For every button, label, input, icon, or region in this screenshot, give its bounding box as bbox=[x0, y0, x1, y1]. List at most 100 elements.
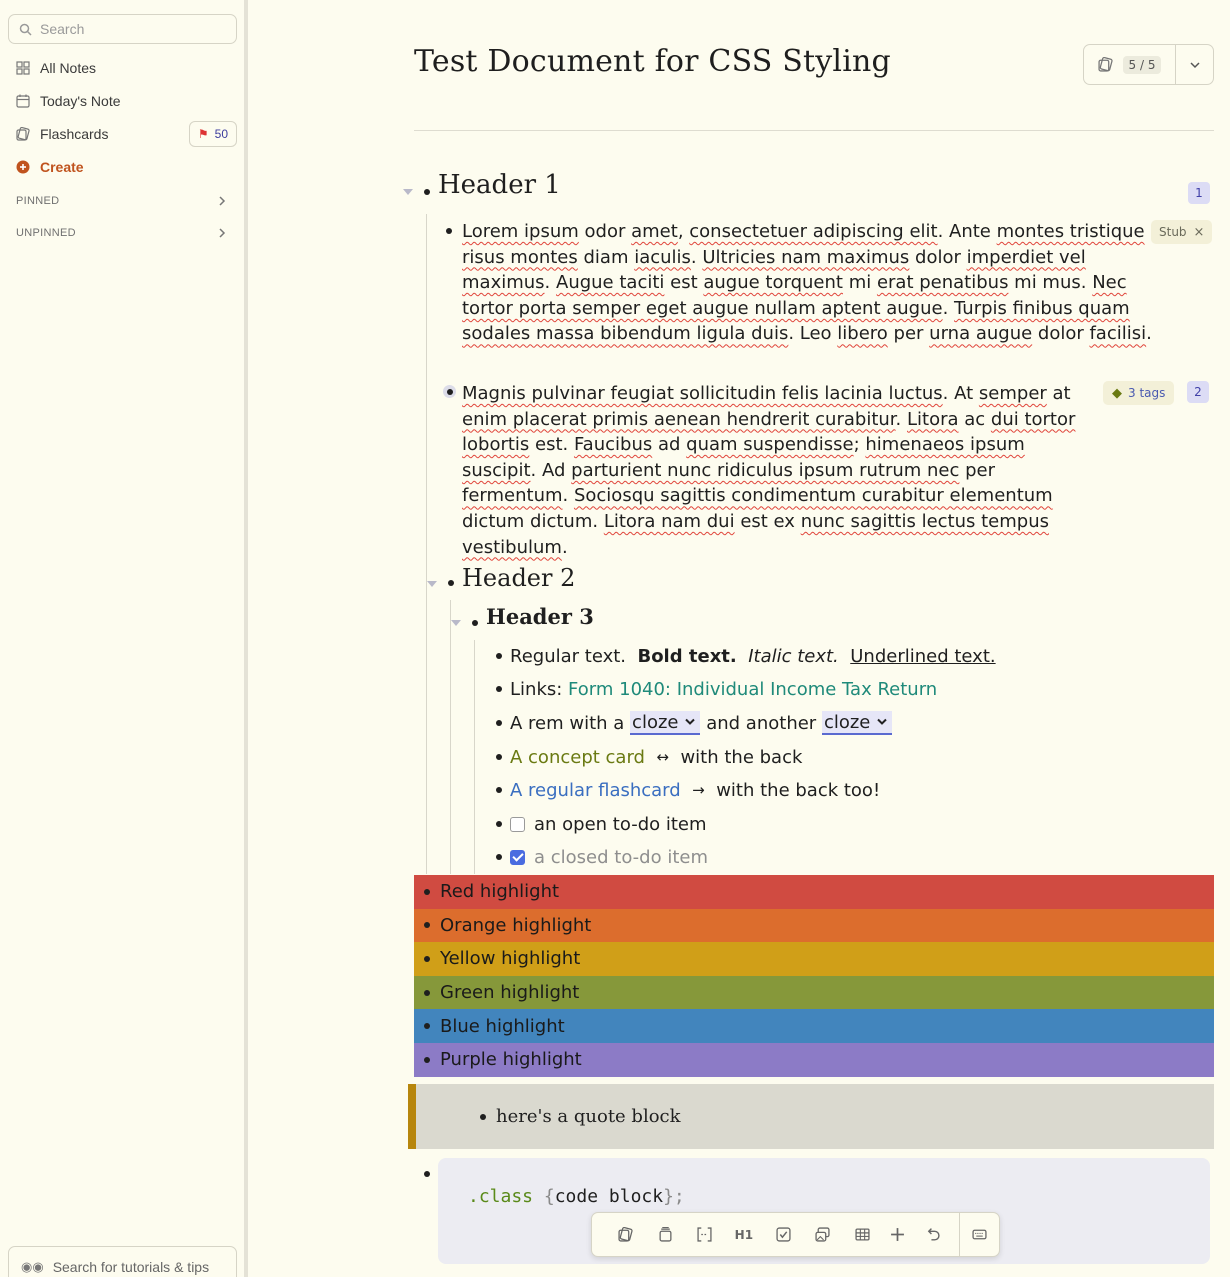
header-1[interactable]: Header 1 bbox=[438, 170, 561, 200]
binoculars-icon: ◉◉ bbox=[21, 1259, 44, 1274]
formatting-row[interactable]: Regular text. Bold text. Italic text. Un… bbox=[510, 643, 996, 669]
bullet[interactable] bbox=[424, 189, 430, 195]
lorem-14: urna augue bbox=[929, 323, 1033, 345]
collapse-toggle-icon[interactable] bbox=[403, 189, 413, 195]
collapse-toggle-icon[interactable] bbox=[451, 620, 461, 626]
flashcards-count: 50 bbox=[214, 127, 228, 141]
highlight-row-blue[interactable]: Blue highlight bbox=[414, 1009, 1214, 1043]
checkbox-icon bbox=[776, 1227, 791, 1242]
bullet[interactable] bbox=[496, 653, 502, 659]
image-button[interactable] bbox=[803, 1217, 842, 1253]
bullet bbox=[424, 922, 430, 929]
flashcard-row[interactable]: A regular flashcard → with the back too! bbox=[510, 777, 880, 803]
indent-guide bbox=[426, 214, 427, 874]
header-3[interactable]: Header 3 bbox=[486, 604, 594, 629]
flashcard-counter-button[interactable]: 5 / 5 bbox=[1084, 45, 1176, 84]
insert-button[interactable] bbox=[882, 1217, 914, 1253]
keyboard-button[interactable] bbox=[960, 1217, 999, 1253]
stub-tag[interactable]: Stub × bbox=[1151, 220, 1213, 244]
bullet[interactable] bbox=[448, 580, 454, 586]
highlight-row-yellow[interactable]: Yellow highlight bbox=[414, 942, 1214, 976]
quote-block[interactable]: here's a quote block bbox=[408, 1084, 1214, 1149]
highlight-row-green[interactable]: Green highlight bbox=[414, 975, 1214, 1010]
lorem-27: Litora nam dui bbox=[603, 510, 735, 532]
title-divider bbox=[414, 130, 1214, 131]
cloze-button[interactable] bbox=[685, 1217, 724, 1253]
heading-button[interactable]: H1 bbox=[724, 1217, 763, 1253]
todo-open-row[interactable]: an open to-do item bbox=[510, 811, 707, 837]
bullet[interactable] bbox=[496, 821, 502, 827]
code-body: code block bbox=[554, 1186, 664, 1207]
bullet-ring[interactable] bbox=[443, 385, 456, 398]
regular-text: Regular text. bbox=[510, 645, 627, 667]
code-close-brace: }; bbox=[663, 1186, 685, 1207]
italic-text: Italic text. bbox=[748, 645, 839, 667]
document-controls: 5 / 5 bbox=[1083, 44, 1214, 85]
sidebar-item-all-notes[interactable]: All Notes bbox=[16, 56, 237, 80]
plus-circle-icon bbox=[16, 160, 30, 174]
flashcard-button[interactable] bbox=[606, 1217, 645, 1253]
highlight-row-red[interactable]: Red highlight bbox=[414, 875, 1214, 909]
options-dropdown-button[interactable] bbox=[1176, 45, 1213, 84]
bullet[interactable] bbox=[496, 686, 502, 692]
create-button[interactable]: Create bbox=[16, 155, 237, 179]
paragraph2-count-badge[interactable]: 2 bbox=[1187, 381, 1209, 403]
todo-closed-row[interactable]: a closed to-do item bbox=[510, 844, 708, 870]
lorem-3: consectetuer adipiscing elit bbox=[689, 221, 938, 242]
indent-guide bbox=[450, 600, 451, 874]
bullet[interactable] bbox=[496, 787, 502, 793]
lorem-25: fermentum bbox=[462, 485, 563, 507]
sidebar-item-flashcards[interactable]: Flashcards ⚑ 50 bbox=[16, 121, 237, 147]
todo-checkbox[interactable] bbox=[510, 816, 525, 832]
bullet[interactable] bbox=[496, 754, 502, 760]
close-icon[interactable]: × bbox=[1194, 225, 1205, 240]
cloze-dropdown-1[interactable]: cloze bbox=[630, 711, 701, 735]
paragraph-2[interactable]: Magnis pulvinar feugiat sollicitudin fel… bbox=[462, 381, 1102, 560]
page-title: Test Document for CSS Styling bbox=[414, 44, 891, 79]
table-button[interactable] bbox=[842, 1217, 881, 1253]
bullet[interactable] bbox=[446, 228, 452, 234]
header1-count-badge[interactable]: 1 bbox=[1188, 182, 1210, 204]
bullet[interactable] bbox=[472, 620, 478, 626]
todo-checkbox-checked[interactable] bbox=[510, 849, 525, 865]
sidebar-item-label: Today's Note bbox=[40, 93, 121, 109]
undo-button[interactable] bbox=[913, 1217, 952, 1253]
cloze-dropdown-2[interactable]: cloze bbox=[821, 711, 893, 735]
header-2[interactable]: Header 2 bbox=[462, 564, 575, 592]
tips-placeholder: Search for tutorials & tips bbox=[52, 1259, 210, 1275]
tags-badge[interactable]: ◆ 3 tags bbox=[1103, 381, 1175, 405]
tips-search-input[interactable]: ◉◉ Search for tutorials & tips bbox=[8, 1246, 237, 1277]
unpinned-section-toggle[interactable]: UNPINNED bbox=[16, 223, 226, 243]
bullet[interactable] bbox=[424, 1171, 430, 1177]
counter-text: 5 / 5 bbox=[1122, 55, 1162, 74]
cloze-row[interactable]: A rem with a cloze and another cloze bbox=[510, 710, 893, 736]
lorem-6: Ultricies nam maximus bbox=[702, 246, 910, 268]
lorem-28: nunc sagittis lectus tempus vestibulum bbox=[462, 510, 1049, 558]
paragraph-1[interactable]: Lorem ipsum odor amet, consectetuer adip… bbox=[462, 219, 1152, 347]
concept-card-row[interactable]: A concept card ↔ with the back bbox=[510, 744, 802, 770]
form-1040-link[interactable]: Form 1040: Individual Income Tax Return bbox=[568, 679, 937, 700]
lorem-1: Lorem ipsum bbox=[462, 221, 579, 242]
bullet[interactable] bbox=[496, 720, 502, 726]
bullet[interactable] bbox=[496, 854, 502, 860]
heading-label: H1 bbox=[734, 1227, 754, 1242]
collapse-toggle-icon[interactable] bbox=[427, 581, 437, 587]
sidebar: Search All Notes Today's Note Flashcards… bbox=[0, 0, 244, 1277]
multiline-card-button[interactable] bbox=[645, 1217, 684, 1253]
sidebar-resize-handle[interactable] bbox=[244, 0, 248, 1277]
lorem-5: iaculis bbox=[634, 246, 691, 268]
search-icon bbox=[19, 23, 32, 36]
highlight-row-orange[interactable]: Orange highlight bbox=[414, 908, 1214, 943]
unpinned-label: UNPINNED bbox=[16, 227, 76, 239]
highlight-row-purple[interactable]: Purple highlight bbox=[414, 1043, 1214, 1077]
pinned-section-toggle[interactable]: PINNED bbox=[16, 191, 226, 211]
cloze-label: cloze bbox=[632, 711, 679, 733]
lorem-15: facilisi bbox=[1089, 323, 1147, 345]
sidebar-item-todays-note[interactable]: Today's Note bbox=[16, 89, 237, 113]
lorem-8: Augue taciti bbox=[556, 272, 665, 294]
flashcards-due-badge[interactable]: ⚑ 50 bbox=[188, 121, 237, 147]
links-row[interactable]: Links: Form 1040: Individual Income Tax … bbox=[510, 676, 937, 702]
todo-button[interactable] bbox=[764, 1217, 803, 1253]
keyboard-icon bbox=[972, 1229, 987, 1240]
search-input[interactable]: Search bbox=[8, 14, 237, 44]
